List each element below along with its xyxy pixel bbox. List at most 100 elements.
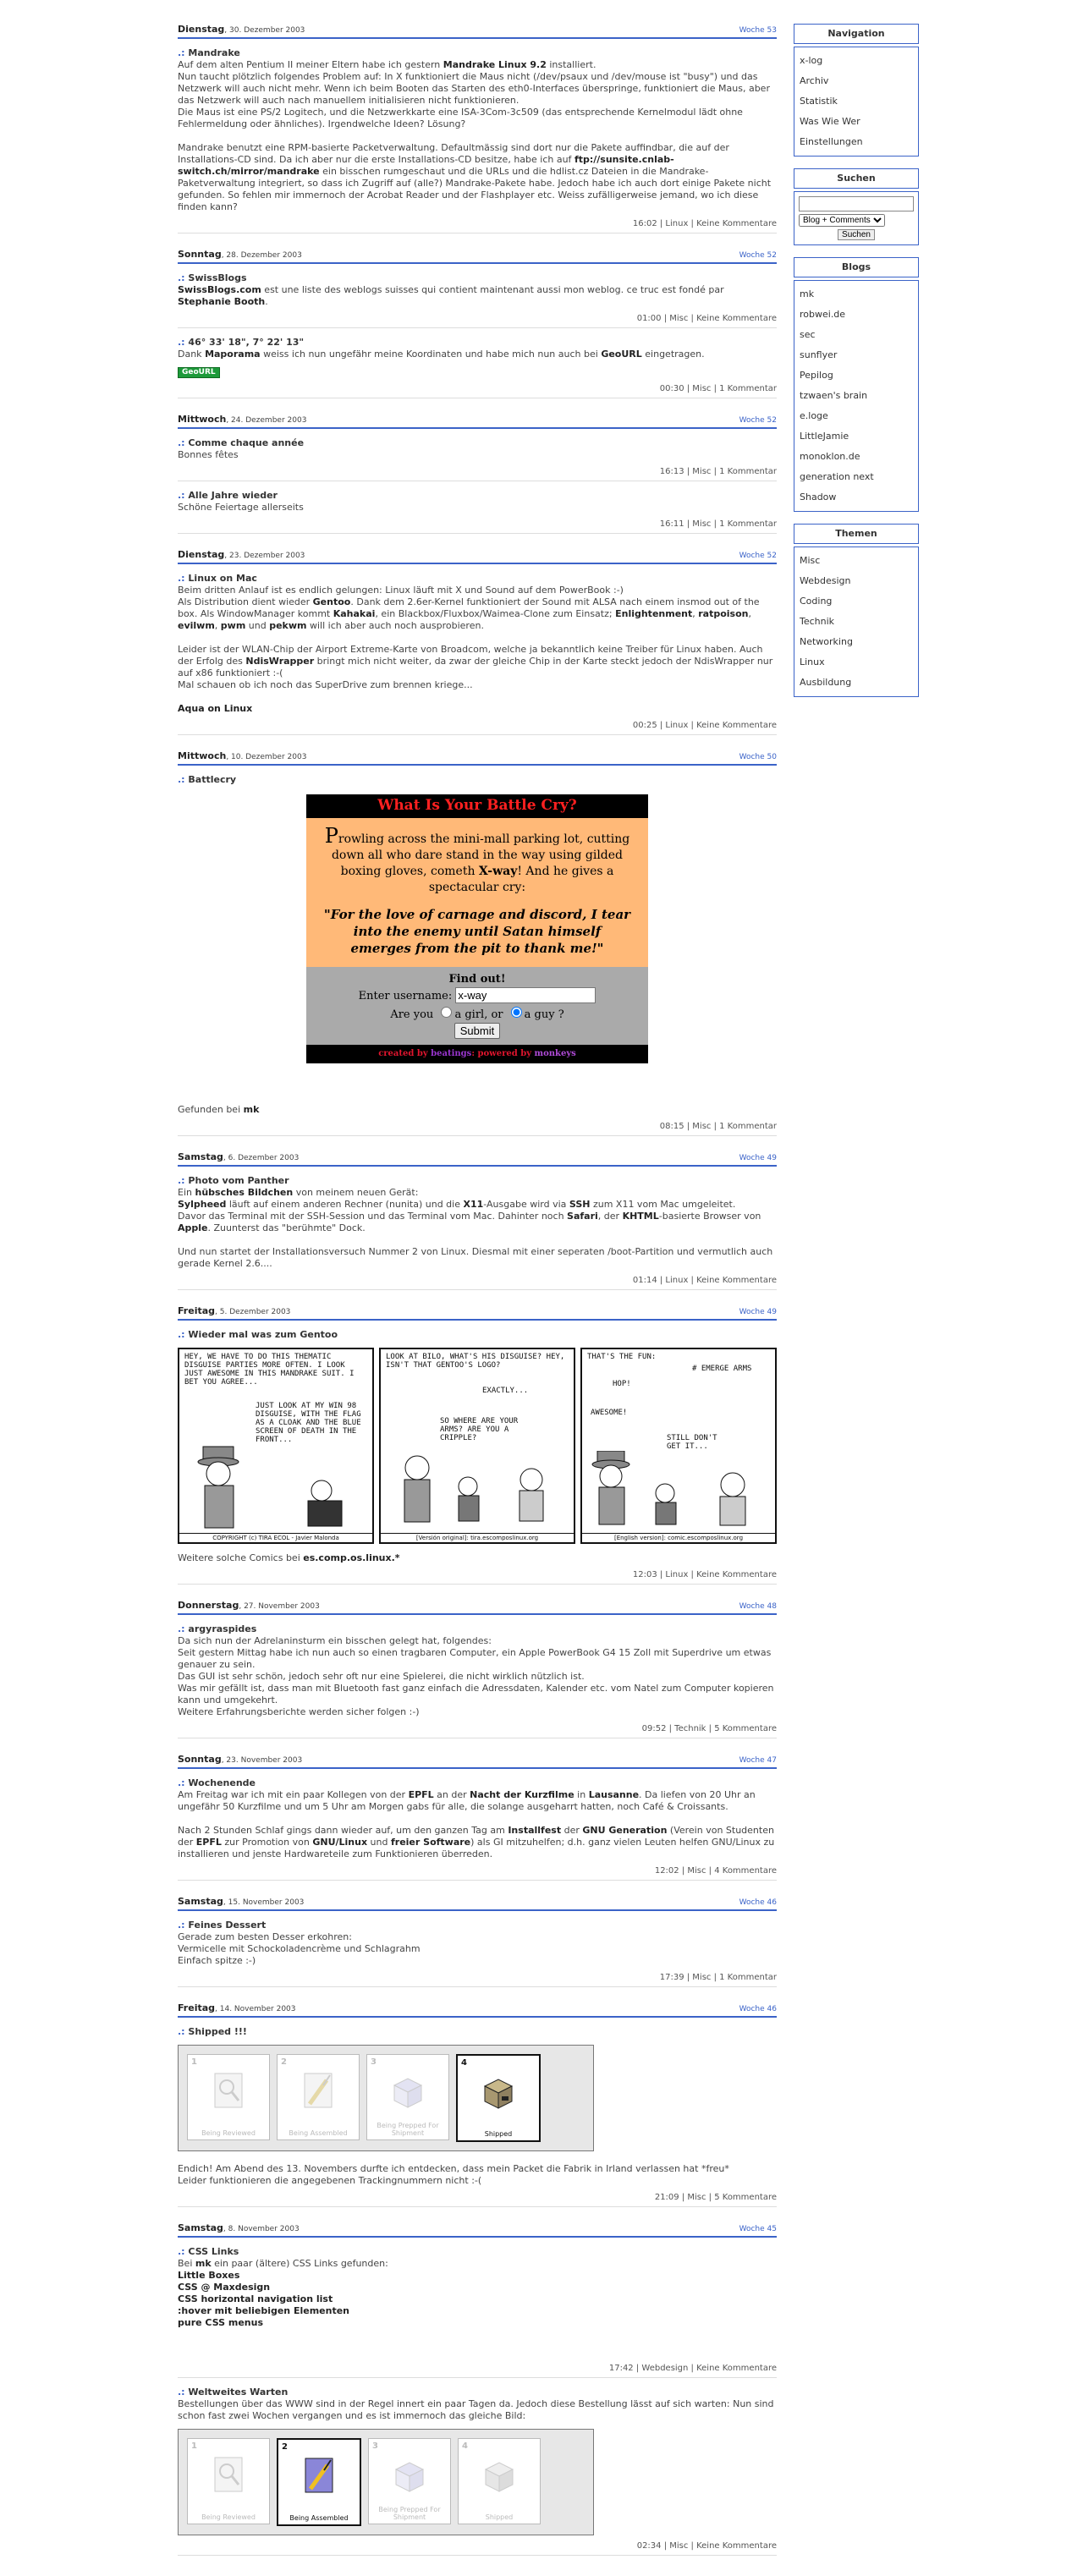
theme-link[interactable]: Coding [800,591,913,612]
post-dessert: .: Feines Dessert Gerade zum besten Dess… [178,1920,777,1987]
post-title[interactable]: Shipped !!! [188,2026,247,2037]
post-footer[interactable]: 09:52 | Technik | 5 Kommentare [178,1723,777,1738]
sidebar: Navigation x-log Archiv Statistik Was Wi… [794,24,919,709]
post-title[interactable]: argyraspides [188,1623,256,1634]
nav-item[interactable]: Einstellungen [800,132,913,152]
post-footer[interactable]: 12:03 | Linux | Keine Kommentare [178,1569,777,1585]
comic-figures-icon [197,1446,343,1529]
week-link[interactable]: Woche 45 [739,2223,777,2235]
week-link[interactable]: Woche 49 [739,1152,777,1164]
blog-link[interactable]: tzwaen's brain [800,386,913,406]
post-marker: .: [178,1329,185,1340]
search-input[interactable] [799,196,914,211]
theme-link[interactable]: Misc [800,551,913,571]
blog-link[interactable]: Pepilog [800,365,913,386]
blog-link[interactable]: monoklon.de [800,447,913,467]
post-body: Beim dritten Anlauf ist es endlich gelun… [178,585,773,714]
blog-link[interactable]: Shadow [800,487,913,508]
blog-link[interactable]: sunflyer [800,345,913,365]
theme-link[interactable]: Networking [800,632,913,652]
post-title[interactable]: Mandrake [188,47,239,58]
post-title[interactable]: SwissBlogs [188,272,246,283]
post-title[interactable]: 46° 33' 18", 7° 22' 13" [188,337,304,348]
day-date: , 23. November 2003 [221,1756,303,1765]
week-link[interactable]: Woche 50 [739,751,777,763]
day-name: Donnerstag [178,1600,239,1611]
blog-link[interactable]: sec [800,325,913,345]
week-link[interactable]: Woche 53 [739,25,777,36]
post-footer[interactable]: 01:14 | Linux | Keine Kommentare [178,1275,777,1290]
post-title[interactable]: Linux on Mac [188,573,256,584]
post-title[interactable]: Wieder mal was zum Gentoo [188,1329,338,1340]
post-footer[interactable]: 16:11 | Misc | 1 Kommentar [178,519,777,534]
post-title[interactable]: Weltweites Warten [188,2387,288,2397]
post-marker: .: [178,1623,185,1634]
girl-radio[interactable] [441,1007,453,1018]
post-footer[interactable]: 16:02 | Linux | Keine Kommentare [178,218,777,233]
post-marker: .: [178,1777,185,1788]
nav-item[interactable]: Archiv [800,71,913,91]
week-link[interactable]: Woche 46 [739,2003,777,2015]
week-link[interactable]: Woche 48 [739,1601,777,1612]
post-footer[interactable]: 01:00 | Misc | Keine Kommentare [178,313,777,328]
post-footer[interactable]: 16:13 | Misc | 1 Kommentar [178,466,777,481]
week-link[interactable]: Woche 47 [739,1755,777,1766]
post-title[interactable]: Feines Dessert [188,1920,266,1931]
theme-link[interactable]: Linux [800,652,913,673]
day-header: Samstag, 6. Dezember 2003 Woche 49 [178,1151,777,1167]
stage-shipped: 4 Shipped [456,2054,541,2142]
post-title[interactable]: Wochenende [188,1777,256,1788]
post-marker: .: [178,337,185,348]
week-link[interactable]: Woche 46 [739,1897,777,1909]
week-link[interactable]: Woche 52 [739,415,777,426]
search-form: Blog + Comments Suchen [794,191,919,245]
day-name: Mittwoch [178,414,227,425]
week-link[interactable]: Woche 49 [739,1306,777,1318]
box-open-icon [393,2078,423,2108]
blog-link[interactable]: e.loge [800,406,913,426]
post-title[interactable]: Battlecry [188,774,236,785]
day-name: Freitag [178,1305,216,1316]
post-marker: .: [178,272,185,283]
theme-link[interactable]: Technik [800,612,913,632]
post-footer[interactable]: 00:25 | Linux | Keine Kommentare [178,720,777,735]
week-link[interactable]: Woche 52 [739,550,777,562]
submit-button[interactable]: Submit [454,1023,501,1039]
post-marker: .: [178,437,185,448]
magnifier-icon [214,2457,243,2492]
theme-link[interactable]: Webdesign [800,571,913,591]
week-link[interactable]: Woche 52 [739,250,777,261]
post-title[interactable]: Photo vom Panther [188,1175,289,1186]
search-button[interactable]: Suchen [838,229,875,240]
nav-item[interactable]: Was Wie Wer [800,112,913,132]
day-name: Mittwoch [178,750,227,761]
username-input[interactable] [455,987,596,1003]
post-marker: .: [178,2387,185,2397]
post-footer[interactable]: 21:09 | Misc | 5 Kommentare [178,2192,777,2207]
post-body: Dank Maporama weiss ich nun ungefähr mei… [178,349,705,360]
post-footer[interactable]: 17:39 | Misc | 1 Kommentar [178,1972,777,1987]
theme-link[interactable]: Ausbildung [800,673,913,693]
geourl-badge[interactable]: GeoURL [178,367,220,378]
nav-item[interactable]: x-log [800,51,913,71]
post-footer[interactable]: 17:42 | Webdesign | Keine Kommentare [178,2363,777,2378]
blog-link[interactable]: robwei.de [800,305,913,325]
post-footer[interactable]: 00:30 | Misc | 1 Kommentar [178,383,777,398]
post-footer[interactable]: 02:34 | Misc | Keine Kommentare [178,2540,777,2556]
post-title[interactable]: Comme chaque année [188,437,304,448]
post-title[interactable]: Alle Jahre wieder [188,490,278,501]
search-scope-select[interactable]: Blog + Comments [799,214,885,227]
post-title[interactable]: CSS Links [188,2246,239,2257]
post-annee: .: Comme chaque année Bonnes fêtes 16:13… [178,437,777,481]
post-footer[interactable]: 12:02 | Misc | 4 Kommentare [178,1865,777,1881]
blog-link[interactable]: LittleJamie [800,426,913,447]
search-box: Suchen Blog + Comments Suchen [794,168,919,245]
themes-list: Misc Webdesign Coding Technik Networking… [794,547,919,697]
post-shipped: .: Shipped !!! 1 Being Reviewed 2 Being … [178,2026,777,2207]
post-footer[interactable]: 08:15 | Misc | 1 Kommentar [178,1121,777,1136]
blog-link[interactable]: generation next [800,467,913,487]
guy-radio[interactable] [510,1007,522,1018]
nav-item[interactable]: Statistik [800,91,913,112]
day-date: , 5. Dezember 2003 [215,1308,291,1316]
blog-link[interactable]: mk [800,284,913,305]
